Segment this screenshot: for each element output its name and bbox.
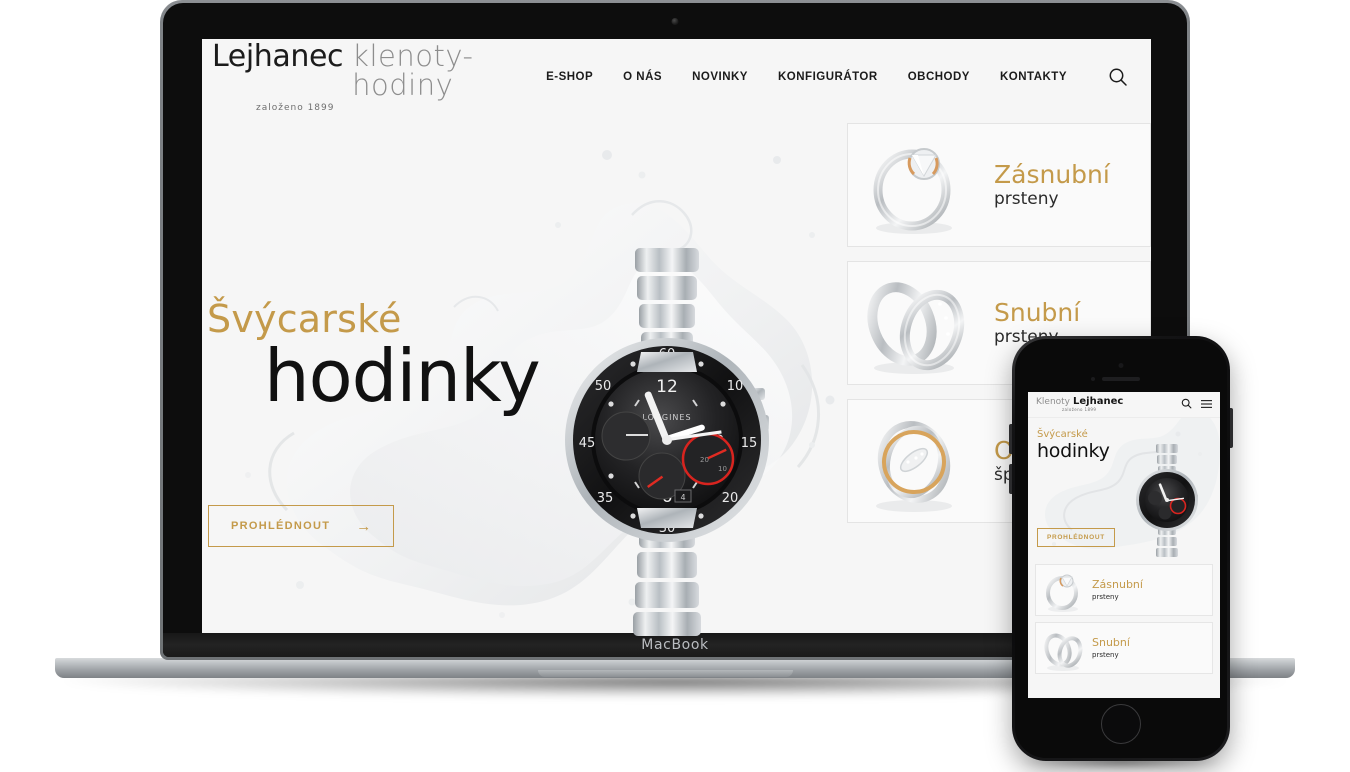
power-button[interactable] bbox=[1230, 408, 1233, 448]
webcam-icon bbox=[671, 18, 679, 25]
mobile-hero-product-image-watch bbox=[1116, 442, 1220, 558]
nav-item-eshop[interactable]: E-SHOP bbox=[546, 71, 593, 83]
mobile-hero-section: Švýcarské hodinky PROHLÉDNOUT bbox=[1028, 418, 1220, 558]
category-card-text: Zásnubní prsteny bbox=[988, 161, 1110, 210]
iphone-mockup: Klenoty Lejhanec založeno 1899 Švýcarské… bbox=[1009, 336, 1233, 770]
svg-text:15: 15 bbox=[741, 436, 758, 451]
mobile-category-card-zasnubni[interactable]: Zásnubní prsteny bbox=[1035, 564, 1213, 616]
mobile-header-icons bbox=[1181, 396, 1212, 414]
arrow-right-icon: → bbox=[356, 517, 372, 535]
macbook-brand-label: MacBook bbox=[641, 637, 709, 653]
nav-item-konfigurator[interactable]: KONFIGURÁTOR bbox=[778, 71, 878, 83]
logo-main-text: Lejhanec bbox=[212, 39, 344, 74]
crossover-ring-image bbox=[848, 400, 988, 522]
phone-screen: Klenoty Lejhanec založeno 1899 Švýcarské… bbox=[1028, 392, 1220, 698]
mobile-category-subtitle: prsteny bbox=[1092, 650, 1119, 659]
mobile-hero-kicker: Švýcarské bbox=[1037, 429, 1088, 440]
hero-title: hodinky bbox=[264, 334, 541, 418]
svg-text:50: 50 bbox=[595, 379, 612, 394]
front-camera-icon bbox=[1118, 363, 1124, 368]
mobile-header: Klenoty Lejhanec založeno 1899 bbox=[1028, 392, 1220, 418]
svg-text:20: 20 bbox=[722, 491, 739, 506]
mobile-category-card-snubni[interactable]: Snubní prsteny bbox=[1035, 622, 1213, 674]
laptop-base-lip bbox=[538, 670, 793, 677]
svg-text:45: 45 bbox=[579, 436, 596, 451]
nav-item-novinky[interactable]: NOVINKY bbox=[692, 71, 748, 83]
wedding-bands-image bbox=[848, 262, 988, 384]
site-logo[interactable]: Lejhanec klenoty-hodiny založeno 1899 bbox=[212, 39, 546, 113]
site-header: Lejhanec klenoty-hodiny založeno 1899 E-… bbox=[202, 39, 1151, 115]
mobile-category-title: Zásnubní bbox=[1092, 578, 1143, 592]
svg-text:35: 35 bbox=[597, 491, 614, 506]
phone-body: Klenoty Lejhanec založeno 1899 Švýcarské… bbox=[1009, 336, 1233, 761]
hero-product-image-watch: 60 10 15 20 30 35 45 50 bbox=[487, 240, 847, 639]
nav-item-obchody[interactable]: OBCHODY bbox=[908, 71, 970, 83]
mobile-category-cards: Zásnubní prsteny Snubní prsteny bbox=[1028, 558, 1220, 674]
svg-text:LONGINES: LONGINES bbox=[642, 413, 691, 422]
solitaire-ring-image bbox=[848, 124, 988, 246]
mobile-category-title: Snubní bbox=[1092, 636, 1130, 650]
mobile-category-card-text: Snubní prsteny bbox=[1092, 636, 1130, 659]
mobile-wedding-bands-image bbox=[1036, 623, 1092, 673]
mobile-logo-main: Lejhanec bbox=[1073, 396, 1124, 407]
svg-text:10: 10 bbox=[718, 465, 727, 473]
volume-up-button[interactable] bbox=[1009, 424, 1012, 454]
mobile-hero-cta-button[interactable]: PROHLÉDNOUT bbox=[1037, 528, 1115, 547]
search-icon[interactable] bbox=[1181, 396, 1192, 414]
hero-section: Švýcarské hodinky PROHLÉDNOUT → 10 15 20… bbox=[202, 115, 1151, 639]
category-subtitle: prsteny bbox=[994, 189, 1059, 210]
hero-text-block: Švýcarské hodinky bbox=[207, 297, 541, 418]
category-title: Snubní bbox=[994, 297, 1081, 327]
earpiece-speaker bbox=[1102, 377, 1140, 381]
svg-text:12: 12 bbox=[656, 377, 678, 397]
hero-cta-button[interactable]: PROHLÉDNOUT → bbox=[208, 505, 395, 547]
home-button[interactable] bbox=[1101, 704, 1141, 744]
mobile-logo-established: založeno 1899 bbox=[1062, 407, 1097, 412]
mobile-hero-text-block: Švýcarské hodinky bbox=[1037, 430, 1110, 461]
phone-bezel: Klenoty Lejhanec založeno 1899 Švýcarské… bbox=[1015, 339, 1227, 758]
svg-text:4: 4 bbox=[680, 493, 685, 502]
volume-down-button[interactable] bbox=[1009, 464, 1012, 494]
hero-cta-label: PROHLÉDNOUT bbox=[231, 520, 331, 532]
mobile-category-card-text: Zásnubní prsteny bbox=[1092, 578, 1143, 601]
svg-text:20: 20 bbox=[700, 456, 709, 464]
nav-item-kontakty[interactable]: KONTAKTY bbox=[1000, 71, 1067, 83]
nav-item-o-nas[interactable]: O NÁS bbox=[623, 71, 662, 83]
logo-established-text: založeno 1899 bbox=[256, 102, 335, 113]
mobile-logo[interactable]: Klenoty Lejhanec založeno 1899 bbox=[1036, 397, 1123, 412]
mobile-logo-pre: Klenoty bbox=[1036, 397, 1071, 407]
category-card-zasnubni[interactable]: Zásnubní prsteny bbox=[847, 123, 1151, 247]
svg-text:10: 10 bbox=[727, 379, 744, 394]
laptop-screen: Lejhanec klenoty-hodiny založeno 1899 E-… bbox=[202, 39, 1151, 639]
hamburger-menu-icon[interactable] bbox=[1201, 396, 1212, 414]
search-icon[interactable] bbox=[1107, 66, 1129, 88]
main-navigation: E-SHOP O NÁS NOVINKY KONFIGURÁTOR OBCHOD… bbox=[546, 66, 1129, 88]
category-title: Zásnubní bbox=[994, 159, 1110, 189]
hero-left: Švýcarské hodinky PROHLÉDNOUT → 10 15 20… bbox=[202, 115, 847, 639]
hero-kicker: Švýcarské bbox=[207, 297, 402, 341]
mobile-hero-cta-label: PROHLÉDNOUT bbox=[1047, 534, 1105, 541]
proximity-sensor-icon bbox=[1091, 377, 1095, 381]
website-desktop: Lejhanec klenoty-hodiny založeno 1899 E-… bbox=[202, 39, 1151, 639]
logo-sub-text: klenoty-hodiny bbox=[352, 39, 474, 102]
mobile-category-subtitle: prsteny bbox=[1092, 592, 1119, 601]
mobile-solitaire-ring-image bbox=[1036, 565, 1092, 615]
mobile-hero-title: hodinky bbox=[1037, 440, 1110, 462]
